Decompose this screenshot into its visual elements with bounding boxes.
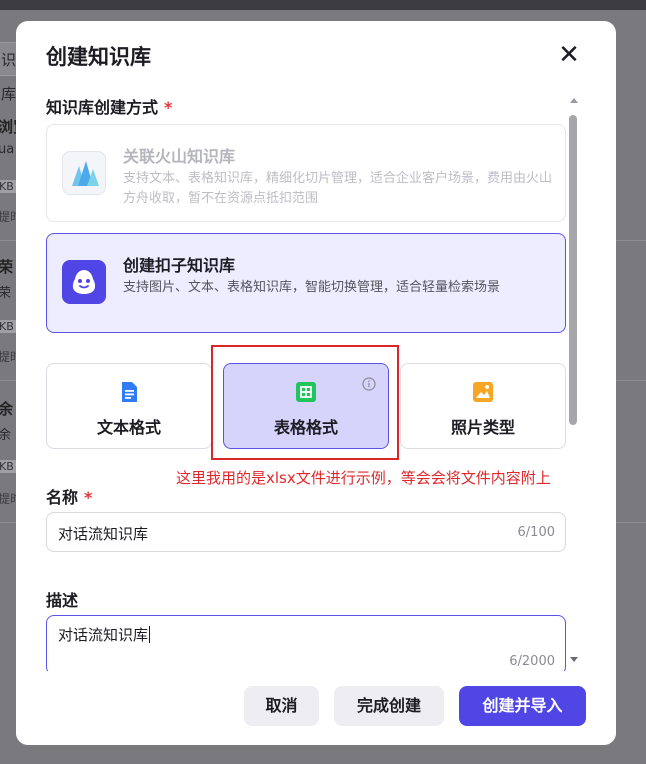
close-icon[interactable]: ✕ <box>556 42 582 69</box>
create-knowledge-base-dialog: 创建知识库 ✕ 知识库创建方式 * 关联火山知识库 支持文本、表格知识库，精细化切… <box>16 21 616 745</box>
background-item-badge: KB <box>0 180 17 193</box>
method-label: 知识库创建方式 * <box>46 94 172 118</box>
format-label: 文本格式 <box>96 418 161 437</box>
desc-char-counter: 6/2000 <box>509 654 555 669</box>
background-item-desc: 余 <box>0 428 12 443</box>
method-title: 创建扣子知识库 <box>123 256 236 275</box>
desc-value-text: 对话流知识库 <box>58 626 149 644</box>
method-card-coze[interactable]: 创建扣子知识库 支持图片、文本、表格知识库，智能切换管理，适合轻量检索场景 <box>46 233 566 333</box>
background-item-badge: KB <box>0 320 17 333</box>
required-mark: * <box>164 98 173 117</box>
scroll-down-arrow-icon[interactable] <box>570 657 578 662</box>
background-item-badge: KB <box>0 460 17 473</box>
image-icon <box>471 380 495 404</box>
desc-label-text: 描述 <box>46 591 79 610</box>
text-caret <box>149 626 151 643</box>
required-mark: * <box>84 488 93 507</box>
volcano-logo-icon <box>62 151 106 195</box>
background-item-desc: ua <box>0 142 15 157</box>
document-icon <box>117 380 141 404</box>
background-item-title: 荣 <box>0 258 14 276</box>
name-label: 名称 * <box>46 484 92 508</box>
method-desc: 支持图片、文本、表格知识库，智能切换管理，适合轻量检索场景 <box>123 280 501 295</box>
method-desc: 支持文本、表格知识库，精细化切片管理，适合企业客户场景，费用由火山方舟收取，暂不… <box>123 171 553 206</box>
method-label-text: 知识库创建方式 <box>46 98 159 117</box>
name-input-value: 对话流知识库 <box>58 525 149 543</box>
background-topbar <box>0 0 646 10</box>
scrollbar[interactable] <box>567 95 579 665</box>
name-label-text: 名称 <box>46 488 79 507</box>
desc-label: 描述 <box>46 587 78 611</box>
coze-logo-icon <box>62 260 106 304</box>
method-card-volcano[interactable]: 关联火山知识库 支持文本、表格知识库，精细化切片管理，适合企业客户场景，费用由火… <box>46 124 566 222</box>
format-label: 照片类型 <box>450 418 515 437</box>
scroll-thumb[interactable] <box>569 115 577 425</box>
finish-create-button[interactable]: 完成创建 <box>334 686 444 726</box>
dialog-scroll-area[interactable]: 知识库创建方式 * 关联火山知识库 支持文本、表格知识库，精细化切片管理，适合企业… <box>16 91 616 671</box>
annotation-highlight-box <box>211 345 399 460</box>
name-char-counter: 6/100 <box>517 525 555 540</box>
annotation-text: 这里我用的是xlsx文件进行示例，等会会将文件内容附上 <box>176 469 551 487</box>
dialog-title: 创建知识库 <box>46 45 151 69</box>
create-and-import-button[interactable]: 创建并导入 <box>459 686 586 726</box>
desc-input-value: 对话流知识库 <box>58 624 151 645</box>
name-input[interactable]: 对话流知识库 6/100 <box>46 512 566 552</box>
format-card-image[interactable]: 照片类型 <box>400 363 566 449</box>
background-item-title: 余 <box>0 400 14 418</box>
method-title: 关联火山知识库 <box>123 147 236 166</box>
format-card-text[interactable]: 文本格式 <box>46 363 212 449</box>
background-item-desc: 荣 <box>0 286 12 301</box>
cancel-button[interactable]: 取消 <box>244 686 319 726</box>
description-textarea[interactable]: 对话流知识库 6/2000 <box>46 615 566 671</box>
scroll-up-arrow-icon[interactable] <box>570 98 578 103</box>
